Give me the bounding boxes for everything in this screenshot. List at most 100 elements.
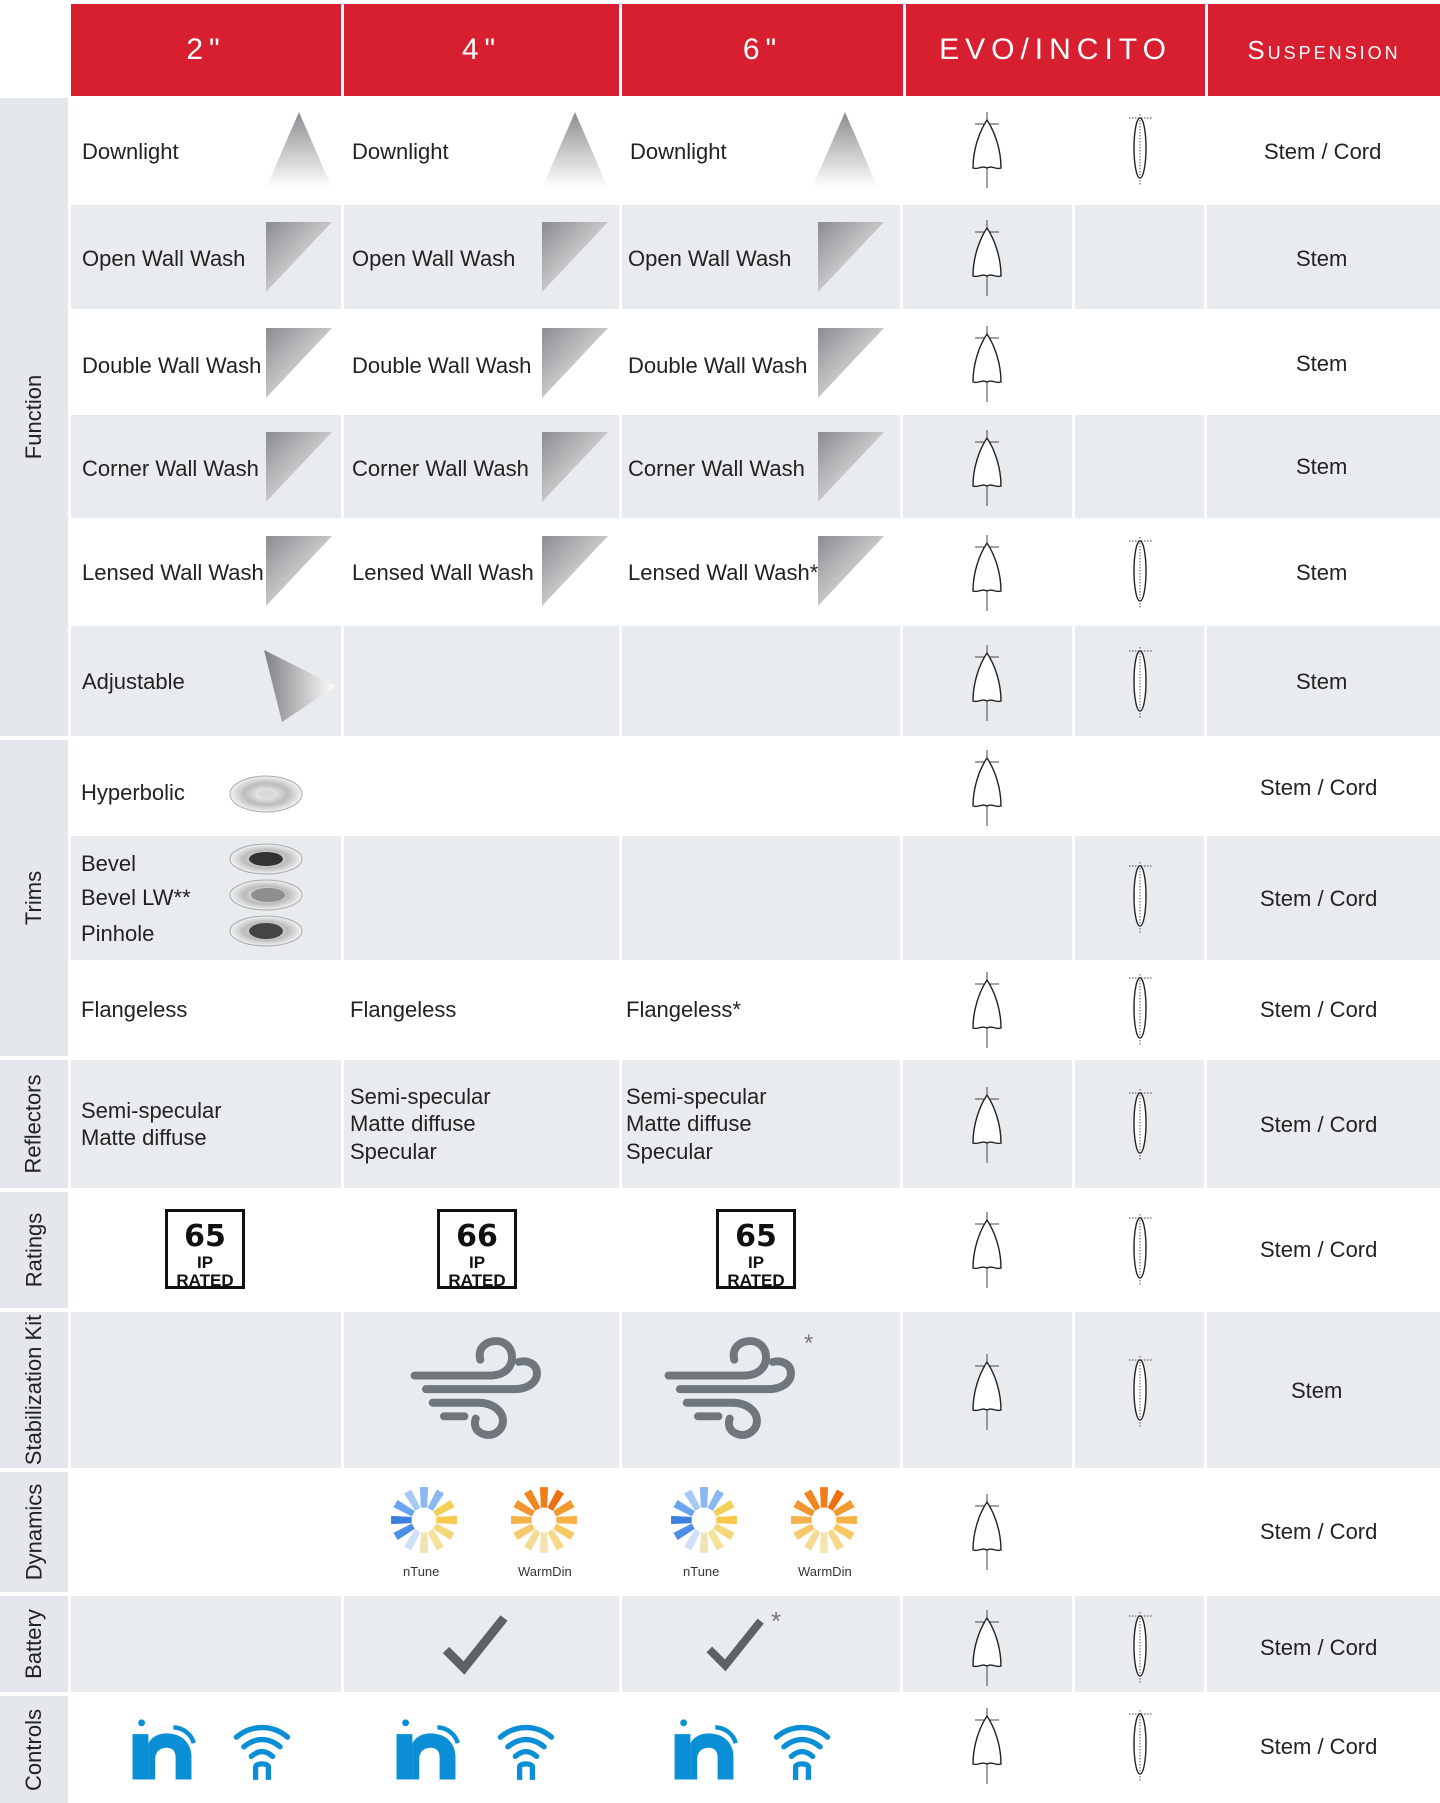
suspension-controls: Stem / Cord [1260,1734,1378,1759]
wind-icon [410,1336,546,1440]
incito-fixture-icon [1125,533,1155,613]
function-6in-lensed-wall-wash: Lensed Wall Wash* [628,560,819,585]
suspension-downlight: Stem / Cord [1264,139,1382,164]
wireless-icon [770,1718,834,1782]
wall-wash-icon [818,328,884,398]
ntune-icon [388,1484,460,1556]
suspension-ratings: Stem / Cord [1260,1237,1378,1262]
reflector-4in-line1: Semi-specular [350,1084,491,1109]
stabilization-6in-footnote-mark: * [804,1330,814,1357]
band-reflectors [71,1060,1440,1188]
function-2in-corner-wall-wash: Corner Wall Wash [82,456,259,481]
divider [619,98,622,1803]
incito-fixture-icon [1125,970,1155,1050]
downlight-cone-icon [266,112,332,188]
function-4in-open-wall-wash: Open Wall Wash [352,246,516,271]
wall-wash-icon [542,328,608,398]
ip-rating-badge-4in: 66 IP RATED [437,1209,517,1290]
reflector-6in-line2: Matte diffuse [626,1111,752,1136]
ip-rating-number: 65 [184,1219,226,1254]
nlight-n-logo-icon [670,1716,738,1784]
evo-fixture-icon [967,1492,1007,1572]
wall-wash-icon [266,432,332,502]
wall-wash-icon [818,432,884,502]
section-battery: Battery [0,1596,68,1692]
wireless-icon [494,1718,558,1782]
wall-wash-icon [266,222,332,292]
warmdin-icon [508,1484,580,1556]
wall-wash-icon [542,222,608,292]
divider [341,98,344,1803]
evo-fixture-icon [967,110,1007,190]
section-dynamics: Dynamics [0,1472,68,1592]
nlight-n-logo-icon [128,1716,196,1784]
function-4in-lensed-wall-wash: Lensed Wall Wash [352,560,534,585]
header-evo-incito: EVO/INCITO [906,4,1205,96]
ip-rating-caption: IP RATED [448,1253,506,1290]
function-4in-downlight: Downlight [352,139,449,164]
warmdin-label: WarmDin [518,1564,572,1579]
evo-fixture-icon [967,1352,1007,1432]
incito-fixture-icon [1125,1352,1155,1432]
wireless-icon [230,1718,294,1782]
wall-wash-icon [266,328,332,398]
reflector-4in-line3: Specular [350,1139,437,1164]
trim-bevel-lw: Bevel LW** [81,885,191,910]
function-2in-lensed-wall-wash: Lensed Wall Wash [82,560,264,585]
warmdin-icon [788,1484,860,1556]
suspension-adjustable: Stem [1296,669,1348,694]
evo-fixture-icon [967,1608,1007,1688]
suspension-dynamics: Stem / Cord [1260,1519,1378,1544]
suspension-battery: Stem / Cord [1260,1635,1378,1660]
hyperbolic-trim-icon [229,775,303,813]
downlight-cone-icon [812,112,878,188]
function-6in-downlight: Downlight [630,139,727,164]
suspension-stabilization: Stem [1291,1378,1343,1403]
evo-fixture-icon [967,748,1007,828]
wind-icon [664,1336,800,1440]
wall-wash-icon [542,432,608,502]
suspension-open-wall-wash: Stem [1296,246,1348,271]
ntune-icon [668,1484,740,1556]
check-icon [440,1610,510,1680]
battery-6in-footnote-mark: * [771,1606,782,1636]
ip-rating-caption: IP RATED [176,1253,234,1290]
evo-fixture-icon [967,428,1007,508]
bevel-trim-icon [229,843,303,875]
reflector-6in-line3: Specular [626,1139,713,1164]
ip-rating-badge-6in: 65 IP RATED [716,1209,796,1290]
section-ratings: Ratings [0,1192,68,1308]
header-suspension: Suspension [1208,4,1440,96]
evo-fixture-icon [967,533,1007,613]
incito-fixture-icon [1125,110,1155,190]
evo-fixture-icon [967,1085,1007,1165]
section-stabilization: Stabilization Kit [0,1312,68,1468]
downlight-cone-icon [542,112,608,188]
section-function: Function [0,98,68,736]
suspension-double-wall-wash: Stem [1296,351,1348,376]
section-reflectors: Reflectors [0,1060,68,1188]
trim-pinhole: Pinhole [81,921,155,946]
reflector-2in-line1: Semi-specular [81,1098,222,1123]
incito-fixture-icon [1125,1210,1155,1290]
adjustable-beam-icon [264,650,336,722]
warmdin-label: WarmDin [798,1564,852,1579]
trim-bevel: Bevel [81,851,137,876]
ntune-label: nTune [403,1564,440,1579]
suspension-corner-wall-wash: Stem [1296,454,1348,479]
header-4in: 4" [344,4,619,96]
ip-rating-caption: IP RATED [727,1253,785,1290]
function-4in-corner-wall-wash: Corner Wall Wash [352,456,529,481]
incito-fixture-icon [1125,643,1155,723]
suspension-hyperbolic: Stem / Cord [1260,775,1378,800]
function-2in-double-wall-wash: Double Wall Wash [82,353,262,378]
divider [900,98,903,1803]
reflector-6in-line1: Semi-specular [626,1084,767,1109]
section-trims: Trims [0,740,68,1056]
evo-fixture-icon [967,1210,1007,1290]
header-6in: 6" [622,4,903,96]
evo-fixture-icon [967,1706,1007,1786]
function-2in-downlight: Downlight [82,139,179,164]
suspension-bevel: Stem / Cord [1260,886,1378,911]
check-icon [704,1614,766,1676]
